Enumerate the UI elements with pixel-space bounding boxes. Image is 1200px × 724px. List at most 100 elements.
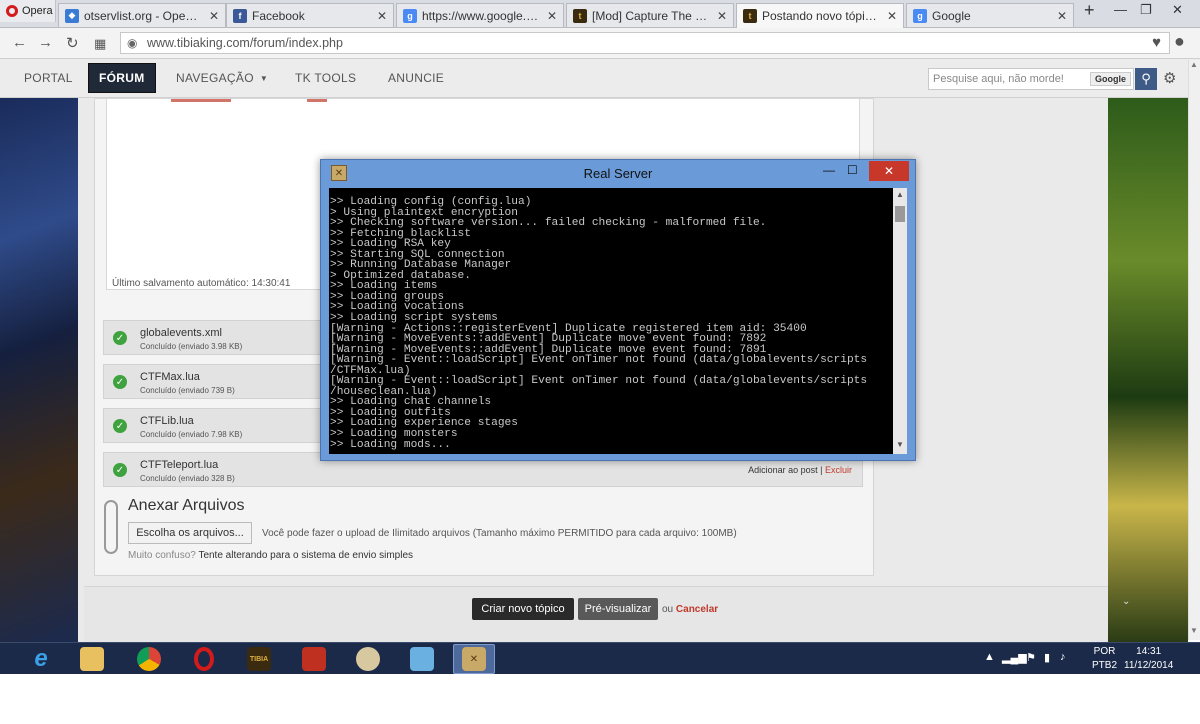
windows-taskbar: e TIBIA ✕ ▲ ▂▄▆ ⚑ ▮ ♪ POR PTB2 14:31 11/… bbox=[0, 642, 1200, 674]
back-arrow-icon[interactable]: ← bbox=[12, 34, 27, 51]
tray-expand-icon[interactable]: ▲ bbox=[984, 651, 995, 663]
close-tab-icon[interactable]: ✕ bbox=[377, 9, 387, 23]
taskbar-tibia-loader[interactable]: TIBIA bbox=[238, 644, 280, 674]
console-output: >> Loading config (config.lua) > Using pl… bbox=[329, 188, 893, 454]
tibiaking-favicon-icon: t bbox=[573, 8, 587, 23]
opera-menu-label: Opera bbox=[22, 5, 53, 17]
choose-files-button[interactable]: Escolha os arquivos... bbox=[128, 522, 252, 544]
console-line: >> Loading monsters bbox=[330, 428, 458, 441]
nav-portal[interactable]: PORTAL bbox=[24, 59, 73, 97]
tab-facebook[interactable]: f Facebook ✕ bbox=[226, 3, 394, 27]
taskbar-opera[interactable] bbox=[183, 644, 225, 674]
tab-google[interactable]: g Google ✕ bbox=[906, 3, 1074, 27]
file-name: CTFMax.lua bbox=[140, 371, 200, 383]
forward-arrow-icon[interactable]: → bbox=[38, 34, 53, 51]
close-tab-icon[interactable]: ✕ bbox=[887, 9, 897, 23]
console-maximize-icon[interactable]: ☐ bbox=[847, 163, 858, 177]
page-scrollbar[interactable]: ▲ ▼ bbox=[1188, 60, 1200, 640]
nav-anuncie[interactable]: ANUNCIE bbox=[388, 59, 444, 97]
right-background-art: ⌄ bbox=[1108, 98, 1188, 642]
simple-upload-link[interactable]: Tente alterando para o sistema de envio … bbox=[198, 550, 413, 561]
heart-icon[interactable]: ♥ bbox=[1152, 34, 1161, 51]
scroll-up-icon[interactable]: ▲ bbox=[896, 190, 904, 199]
autosave-status: Último salvamento automático: 14:30:41 bbox=[112, 278, 291, 289]
attach-files-heading: Anexar Arquivos bbox=[128, 497, 245, 514]
console-close-button[interactable]: ✕ bbox=[869, 161, 909, 181]
file-name: CTFLib.lua bbox=[140, 415, 194, 427]
facebook-favicon-icon: f bbox=[233, 8, 247, 23]
search-button[interactable]: ⚲ bbox=[1135, 68, 1157, 90]
speed-dial-grid-icon[interactable]: ▦ bbox=[94, 36, 106, 52]
opera-menu-button[interactable]: Opera bbox=[0, 0, 56, 22]
close-tab-icon[interactable]: ✕ bbox=[717, 9, 727, 23]
input-language[interactable]: POR PTB2 bbox=[1092, 645, 1117, 673]
confused-text: Muito confuso? Tente alterando para o si… bbox=[128, 550, 413, 561]
console-scrollbar[interactable]: ▲ ▼ bbox=[893, 188, 907, 454]
delete-file-link[interactable]: Excluir bbox=[825, 465, 852, 475]
check-icon: ✓ bbox=[113, 375, 127, 389]
taskbar-paint[interactable] bbox=[347, 644, 389, 674]
gear-icon[interactable]: ⚙ bbox=[1163, 69, 1176, 87]
add-to-post-link[interactable]: Adicionar ao post bbox=[748, 465, 818, 475]
taskbar-internet-explorer[interactable]: e bbox=[20, 644, 62, 674]
address-toolbar: ← → ↻ ▦ ◉ www.tibiaking.com/forum/index.… bbox=[0, 28, 1200, 59]
close-tab-icon[interactable]: ✕ bbox=[547, 9, 557, 23]
close-tab-icon[interactable]: ✕ bbox=[1057, 9, 1067, 23]
search-icon: ⚲ bbox=[1141, 71, 1151, 86]
flag-icon[interactable]: ⚑ bbox=[1026, 651, 1036, 664]
url-field[interactable]: ◉ www.tibiaking.com/forum/index.php ♥ bbox=[120, 32, 1170, 54]
confused-label: Muito confuso? bbox=[128, 550, 196, 561]
console-line: >> Loading config (config.lua) bbox=[330, 196, 532, 208]
tab-title: Postando novo tópico - Ti bbox=[762, 9, 882, 23]
editor-text-fragment bbox=[307, 99, 327, 102]
nav-navegacao[interactable]: NAVEGAÇÃO ▼ bbox=[176, 59, 268, 97]
check-icon: ✓ bbox=[113, 463, 127, 477]
scroll-up-icon[interactable]: ▲ bbox=[1190, 60, 1198, 69]
clock-date: 11/12/2014 bbox=[1124, 660, 1174, 671]
scroll-down-icon[interactable]: ▼ bbox=[1190, 626, 1198, 635]
tab-otservlist[interactable]: ◆ otservlist.org - Open Tibia ✕ bbox=[58, 3, 226, 27]
volume-icon[interactable]: ♪ bbox=[1060, 651, 1066, 663]
close-tab-icon[interactable]: ✕ bbox=[209, 9, 219, 23]
maximize-icon[interactable]: ❐ bbox=[1140, 2, 1152, 18]
page-info-icon[interactable]: ◉ bbox=[127, 36, 137, 50]
nav-navegacao-label: NAVEGAÇÃO bbox=[176, 71, 254, 85]
cancel-link[interactable]: Cancelar bbox=[676, 604, 718, 615]
google-favicon-icon: g bbox=[403, 8, 417, 23]
nav-tk-tools[interactable]: TK TOOLS bbox=[295, 59, 356, 97]
taskbar-notebook[interactable] bbox=[401, 644, 443, 674]
taskbar-chrome[interactable] bbox=[128, 644, 170, 674]
reload-icon[interactable]: ↻ bbox=[66, 34, 79, 52]
real-server-console-window[interactable]: ✕ Real Server — ☐ ✕ >> Loading config (c… bbox=[320, 159, 916, 461]
clock-time: 14:31 bbox=[1136, 646, 1162, 657]
preview-button[interactable]: Pré-visualizar bbox=[578, 598, 658, 620]
create-topic-button[interactable]: Criar novo tópico bbox=[472, 598, 574, 620]
scroll-down-chevron-icon[interactable]: ⌄ bbox=[1122, 596, 1130, 607]
browser-tab-bar: Opera ◆ otservlist.org - Open Tibia ✕ f … bbox=[0, 0, 1200, 28]
console-scroll-thumb[interactable] bbox=[895, 206, 905, 222]
tab-title: [Mod] Capture The Flag(C bbox=[592, 8, 712, 23]
close-window-icon[interactable]: ✕ bbox=[1172, 2, 1183, 18]
tab-title: Google bbox=[932, 8, 971, 23]
nav-forum[interactable]: FÓRUM bbox=[88, 63, 156, 93]
new-tab-button[interactable]: + bbox=[1084, 0, 1095, 21]
battery-icon[interactable]: ▮ bbox=[1044, 651, 1050, 664]
site-search-input[interactable]: Pesquise aqui, não morde! Google bbox=[928, 68, 1134, 90]
taskbar-real-server[interactable]: ✕ bbox=[453, 644, 495, 674]
network-signal-icon[interactable]: ▂▄▆ bbox=[1002, 651, 1027, 664]
search-placeholder: Pesquise aqui, não morde! bbox=[933, 73, 1064, 85]
file-status: Concluído (enviado 328 B) bbox=[140, 474, 235, 483]
tab-capture-the-flag[interactable]: t [Mod] Capture The Flag(C ✕ bbox=[566, 3, 734, 27]
tab-google-url[interactable]: g https://www.google.com ✕ bbox=[396, 3, 564, 27]
paperclip-icon bbox=[104, 500, 118, 554]
taskbar-game-character[interactable] bbox=[293, 644, 335, 674]
console-minimize-icon[interactable]: — bbox=[823, 163, 835, 177]
scroll-down-icon[interactable]: ▼ bbox=[896, 440, 904, 449]
check-icon: ✓ bbox=[113, 331, 127, 345]
account-icon[interactable]: ● bbox=[1174, 31, 1185, 52]
console-line: [Warning - Event::loadScript] Event onTi… bbox=[330, 354, 868, 367]
system-clock[interactable]: 14:31 11/12/2014 bbox=[1124, 645, 1173, 673]
tab-postando-novo-topico[interactable]: t Postando novo tópico - Ti ✕ bbox=[736, 3, 904, 28]
taskbar-file-explorer[interactable] bbox=[71, 644, 113, 674]
minimize-icon[interactable]: — bbox=[1114, 2, 1127, 17]
